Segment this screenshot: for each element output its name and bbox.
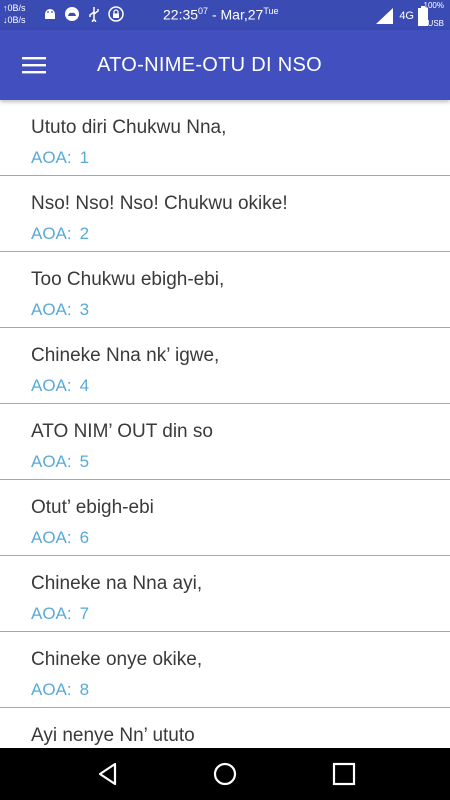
app-title: ATO-NIME-OTU DI NSO (97, 54, 322, 76)
item-number: 5 (79, 452, 90, 471)
upload-speed: ↑0B/s (3, 3, 26, 13)
item-number-row: AOA: 2 (31, 222, 450, 246)
item-label: AOA: (31, 604, 72, 623)
navigation-bar (0, 748, 450, 800)
item-label: AOA: (31, 148, 72, 167)
item-title: ATO NIM’ OUT din so (31, 421, 213, 442)
list-item[interactable]: Nso! Nso! Nso! Chukwu okike! AOA: 2 (0, 176, 450, 252)
battery-percent: 100% (423, 1, 444, 10)
list-item[interactable]: ATO NIM’ OUT din so AOA: 5 (0, 404, 450, 480)
time-seconds: 07 (198, 6, 209, 16)
item-number-row: AOA: 6 (31, 526, 450, 550)
status-time: 22:3507 - Mar,27Tue (163, 6, 279, 23)
item-title: Chineke Nna nk’ igwe, (31, 345, 220, 366)
usb-icon (89, 7, 99, 22)
download-speed: ↓0B/s (3, 15, 26, 25)
list-item[interactable]: Too Chukwu ebigh-ebi, AOA: 3 (0, 252, 450, 328)
item-label: AOA: (31, 528, 72, 547)
usb-label: USB (427, 19, 444, 28)
item-number-row: AOA: 4 (31, 374, 450, 398)
time-text: 22:35 (163, 6, 199, 23)
item-number-row: AOA: 1 (31, 146, 450, 170)
signal-icon (376, 8, 394, 24)
menu-button[interactable] (14, 47, 54, 83)
status-bar: ↑0B/s ↓0B/s 22:3507 - Mar,27Tue 4G 100% … (0, 0, 450, 30)
network-type: 4G (399, 10, 414, 22)
list-item[interactable]: Ututo diri Chukwu Nna, AOA: 1 (0, 100, 450, 176)
notification-icons (42, 6, 124, 22)
cloud-icon (65, 7, 79, 21)
hamburger-menu-icon (22, 57, 46, 74)
date-text: - Mar,27 (211, 6, 264, 23)
battery: 100% USB (418, 1, 444, 28)
item-label: AOA: (31, 680, 72, 699)
item-label: AOA: (31, 300, 72, 319)
item-number: 3 (79, 300, 90, 319)
item-number-row: AOA: 8 (31, 678, 450, 702)
status-right: 4G 100% USB (375, 1, 444, 28)
network-speed: ↑0B/s ↓0B/s (3, 2, 26, 26)
item-label: AOA: (31, 376, 72, 395)
item-title: Ututo diri Chukwu Nna, (31, 117, 227, 138)
lock-icon (108, 6, 124, 22)
item-number: 6 (79, 528, 90, 547)
day-text: Tue (263, 6, 279, 16)
item-label: AOA: (31, 452, 72, 471)
item-title: Nso! Nso! Nso! Chukwu okike! (31, 193, 288, 214)
home-icon[interactable] (211, 760, 239, 788)
item-number-row: AOA: 3 (31, 298, 450, 322)
item-title: Chineke na Nna ayi, (31, 573, 203, 594)
item-title: Chineke onye okike, (31, 649, 203, 670)
item-number-row: AOA: 7 (31, 602, 450, 626)
item-title: Otut’ ebigh-ebi (31, 497, 154, 518)
item-number: 7 (79, 604, 90, 623)
list-item[interactable]: Ayi nenye Nn’ ututo (0, 708, 450, 748)
android-icon (45, 9, 55, 19)
item-title: Ayi nenye Nn’ ututo (31, 725, 195, 746)
item-number: 2 (79, 224, 90, 243)
item-number: 8 (79, 680, 90, 699)
back-icon[interactable] (94, 760, 122, 788)
item-number: 4 (79, 376, 90, 395)
list-item[interactable]: Otut’ ebigh-ebi AOA: 6 (0, 480, 450, 556)
item-number-row: AOA: 5 (31, 450, 450, 474)
list-item[interactable]: Chineke na Nna ayi, AOA: 7 (0, 556, 450, 632)
item-label: AOA: (31, 224, 72, 243)
hymn-list[interactable]: Ututo diri Chukwu Nna, AOA: 1 Nso! Nso! N… (0, 100, 450, 748)
recents-icon[interactable] (330, 760, 358, 788)
app-bar: ATO-NIME-OTU DI NSO (0, 30, 450, 100)
list-item[interactable]: Chineke onye okike, AOA: 8 (0, 632, 450, 708)
item-title: Too Chukwu ebigh-ebi, (31, 269, 225, 290)
item-number: 1 (79, 148, 90, 167)
list-item[interactable]: Chineke Nna nk’ igwe, AOA: 4 (0, 328, 450, 404)
